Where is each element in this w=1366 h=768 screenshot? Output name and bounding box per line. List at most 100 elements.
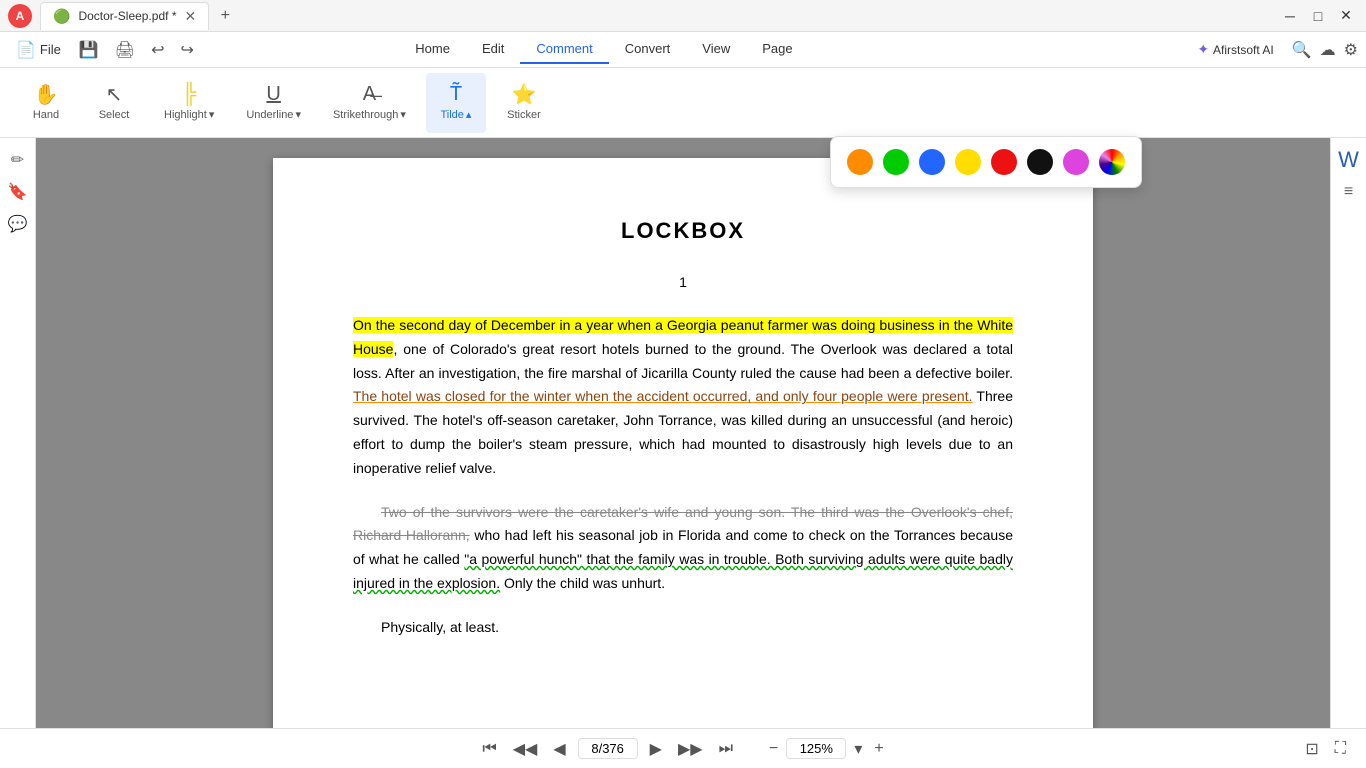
hand-label: Hand	[33, 109, 59, 121]
word-icon[interactable]: W	[1335, 146, 1363, 174]
toolbar: ✋ Hand ↖ Select ╠ Highlight ▾ U Underlin…	[0, 68, 1366, 138]
undo-button[interactable]: ↩	[145, 37, 170, 63]
hand-icon: ✋	[34, 85, 59, 105]
menu-view[interactable]: View	[686, 35, 746, 64]
minimize-button[interactable]: ─	[1278, 4, 1302, 28]
page-number-display: 1	[353, 274, 1013, 290]
tab[interactable]: 🟢 Doctor-Sleep.pdf * ✕	[40, 2, 209, 30]
zoom-control: − ▾ +	[765, 735, 888, 763]
bottom-bar: ⏮ ◀◀ ◀ ▶ ▶▶ ⏭ − ▾ + ⊡ ⛶	[0, 728, 1366, 768]
color-green[interactable]	[883, 149, 909, 175]
underline-tool[interactable]: U Underline ▾	[234, 73, 313, 133]
paragraph-2: Two of the survivors were the caretaker'…	[353, 501, 1013, 596]
highlight-dropdown-icon: ▾	[209, 108, 215, 121]
highlighted-text-1: On the second day of December in a year …	[353, 317, 1013, 357]
menu-bar: 📄 File 💾 🖨 ↩ ↪ Home Edit Comment Convert…	[0, 32, 1366, 68]
window-controls: ─ □ ✕	[1278, 4, 1358, 28]
sidebar-comment-icon[interactable]: 💬	[4, 210, 32, 238]
strikethrough-icon: A̶	[363, 84, 376, 104]
settings-icon[interactable]: ⚙	[1344, 40, 1358, 60]
color-picker-popup	[830, 136, 1142, 188]
page-input[interactable]	[578, 738, 638, 759]
nav-next-button[interactable]: ▶	[646, 735, 666, 763]
avatar: A	[8, 4, 32, 28]
underlined-text-1: The hotel was closed for the winter when…	[353, 388, 973, 404]
sidebar-edit-icon[interactable]: ✏	[4, 146, 32, 174]
strikethrough-label: Strikethrough	[333, 109, 398, 121]
underline-icon: U	[266, 84, 280, 104]
zoom-out-button[interactable]: −	[765, 736, 782, 762]
file-icon: 📄	[16, 40, 36, 60]
hand-tool[interactable]: ✋ Hand	[16, 73, 76, 133]
list-icon[interactable]: ≡	[1335, 178, 1363, 206]
highlight-icon: ╠	[182, 84, 196, 104]
color-black[interactable]	[1027, 149, 1053, 175]
menu-actions: 💾 🖨 ↩ ↪	[73, 37, 200, 63]
color-rainbow[interactable]	[1099, 149, 1125, 175]
menu-comment[interactable]: Comment	[520, 35, 608, 64]
tilde-icon: T̃	[450, 84, 462, 104]
tilde-tool[interactable]: T̃ Tilde ▴	[426, 73, 486, 133]
tab-close-icon[interactable]: ✕	[185, 8, 197, 25]
menu-right: ✦ Afirstsoft AI 🔍 ☁ ⚙	[1187, 37, 1358, 62]
page-title: LOCKBOX	[353, 218, 1013, 244]
color-pink[interactable]	[1063, 149, 1089, 175]
zoom-in-button[interactable]: +	[870, 736, 887, 762]
menu-home[interactable]: Home	[399, 35, 466, 64]
strikethrough-dropdown-icon: ▾	[400, 108, 406, 121]
zoom-input[interactable]	[786, 738, 846, 759]
file-menu[interactable]: 📄 File	[8, 36, 69, 64]
redo-button[interactable]: ↪	[175, 37, 200, 63]
menu-page[interactable]: Page	[746, 35, 808, 64]
search-icon[interactable]: 🔍	[1292, 40, 1312, 60]
close-button[interactable]: ✕	[1334, 4, 1358, 28]
color-yellow[interactable]	[955, 149, 981, 175]
tilde-dropdown-icon: ▴	[466, 108, 472, 121]
ai-button[interactable]: ✦ Afirstsoft AI	[1187, 37, 1283, 62]
menu-edit[interactable]: Edit	[466, 35, 520, 64]
cloud-icon[interactable]: ☁	[1320, 40, 1336, 60]
bottom-right-controls: ⊡ ⛶	[1301, 735, 1350, 763]
strikethrough-text-1: Two of the survivors were the caretaker'…	[353, 504, 1013, 544]
tab-add-button[interactable]: +	[213, 4, 237, 28]
nav-prev-skip-button[interactable]: ◀◀	[509, 735, 542, 763]
highlight-label: Highlight	[164, 109, 207, 121]
pdf-page: LOCKBOX 1 On the second day of December …	[273, 158, 1093, 728]
menu-nav: Home Edit Comment Convert View Page	[399, 35, 808, 64]
fit-page-button[interactable]: ⊡	[1301, 735, 1322, 763]
restore-button[interactable]: □	[1306, 4, 1330, 28]
underline-label: Underline	[246, 109, 293, 121]
left-sidebar: ✏ 🔖 💬	[0, 138, 36, 728]
nav-prev-button[interactable]: ◀	[549, 735, 569, 763]
zoom-dropdown-button[interactable]: ▾	[850, 735, 866, 763]
sticker-tool[interactable]: ⭐ Sticker	[494, 73, 554, 133]
sidebar-bookmark-icon[interactable]: 🔖	[4, 178, 32, 206]
sticker-icon: ⭐	[511, 85, 536, 105]
paragraph-3: Physically, at least.	[353, 616, 1013, 640]
select-icon: ↖	[106, 85, 123, 105]
right-sidebar: W ≡	[1330, 138, 1366, 728]
title-bar: A 🟢 Doctor-Sleep.pdf * ✕ + ─ □ ✕	[0, 0, 1366, 32]
menu-convert[interactable]: Convert	[609, 35, 687, 64]
tab-title: Doctor-Sleep.pdf *	[78, 9, 176, 23]
sticker-label: Sticker	[507, 109, 541, 121]
select-tool[interactable]: ↖ Select	[84, 73, 144, 133]
paragraph-1: On the second day of December in a year …	[353, 314, 1013, 481]
main-content: LOCKBOX 1 On the second day of December …	[36, 138, 1330, 728]
tilde-label: Tilde	[440, 109, 463, 121]
fullscreen-button[interactable]: ⛶	[1331, 735, 1350, 763]
print-button[interactable]: 🖨	[109, 37, 141, 63]
strikethrough-tool[interactable]: A̶ Strikethrough ▾	[321, 73, 418, 133]
ai-star-icon: ✦	[1197, 41, 1209, 58]
color-blue[interactable]	[919, 149, 945, 175]
ai-label: Afirstsoft AI	[1213, 43, 1274, 57]
nav-first-button[interactable]: ⏮	[478, 736, 500, 762]
color-red[interactable]	[991, 149, 1017, 175]
highlight-tool[interactable]: ╠ Highlight ▾	[152, 73, 226, 133]
save-button[interactable]: 💾	[73, 37, 105, 63]
nav-last-button[interactable]: ⏭	[715, 736, 737, 762]
underline-dropdown-icon: ▾	[295, 108, 301, 121]
nav-next-skip-button[interactable]: ▶▶	[674, 735, 707, 763]
file-label: File	[40, 42, 61, 57]
color-orange[interactable]	[847, 149, 873, 175]
